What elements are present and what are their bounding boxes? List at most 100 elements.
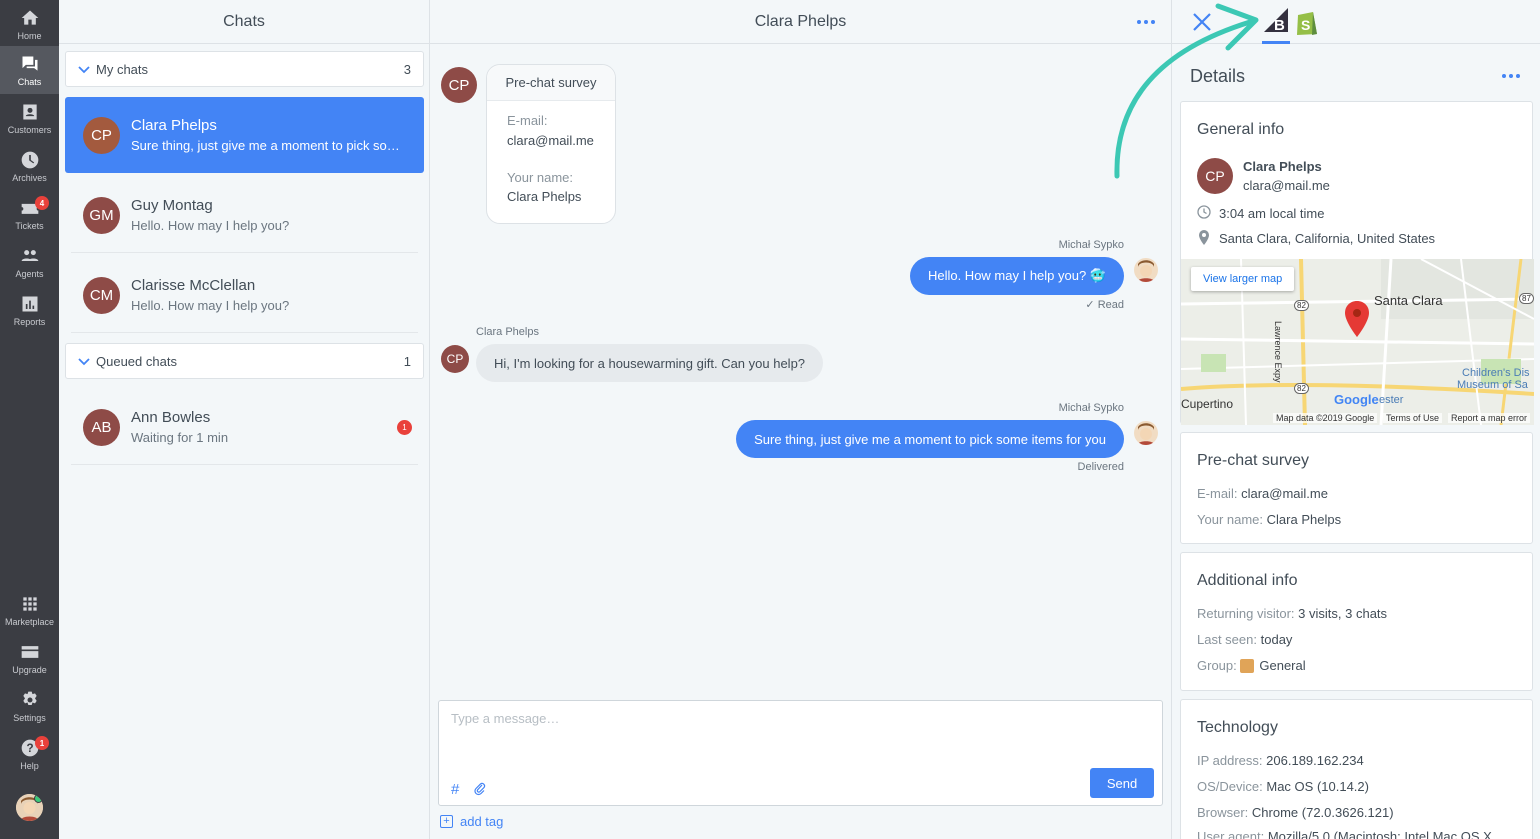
queued-chats-count: 1 bbox=[403, 353, 411, 369]
chat-name: Clara Phelps bbox=[131, 117, 217, 134]
hashtag-icon[interactable]: # bbox=[451, 781, 459, 798]
message-author: Michał Sypko bbox=[1058, 402, 1124, 414]
message-composer: # Send bbox=[438, 700, 1163, 806]
close-icon[interactable] bbox=[1190, 10, 1214, 34]
map-report-link[interactable]: Report a map error bbox=[1448, 413, 1531, 423]
nav-marketplace-label: Marketplace bbox=[4, 616, 55, 627]
browser-label: Browser: bbox=[1197, 805, 1249, 820]
customer-avatar: CP bbox=[1197, 158, 1233, 194]
my-chats-count: 3 bbox=[403, 61, 411, 77]
chat-name: Ann Bowles bbox=[131, 409, 211, 426]
nav-home[interactable]: Home bbox=[0, 0, 59, 48]
details-tabs: B S bbox=[1172, 0, 1540, 44]
chat-item-guy-montag[interactable]: GM Guy Montag Hello. How may I help you? bbox=[65, 177, 424, 253]
nav-help[interactable]: ? Help 1 bbox=[0, 730, 59, 778]
conversation-panel: Clara Phelps CP Pre-chat survey E-mail: … bbox=[430, 0, 1171, 839]
add-tag-button[interactable]: + add tag bbox=[440, 814, 503, 829]
queued-chats-group[interactable]: Queued chats 1 bbox=[65, 343, 424, 379]
chat-preview: Sure thing, just give me a moment to pic… bbox=[131, 138, 401, 153]
send-button[interactable]: Send bbox=[1090, 768, 1154, 798]
last-seen-value: today bbox=[1260, 632, 1293, 647]
customers-icon bbox=[22, 104, 37, 119]
chat-preview: Waiting for 1 min bbox=[131, 430, 229, 445]
bar-chart-icon bbox=[22, 296, 37, 311]
map-route-82: 82 bbox=[1294, 383, 1309, 394]
chat-name: Clarisse McClellan bbox=[131, 277, 256, 294]
nav-customers-label: Customers bbox=[7, 124, 52, 135]
customer-email: clara@mail.me bbox=[1243, 178, 1330, 193]
map-label-city: Santa Clara bbox=[1374, 293, 1443, 308]
prechat-email-label: E-mail: bbox=[1197, 486, 1238, 501]
nav-help-label: Help bbox=[20, 760, 39, 771]
chat-avatar: GM bbox=[83, 196, 120, 234]
chat-item-ann-bowles[interactable]: AB Ann Bowles Waiting for 1 min 1 bbox=[65, 389, 424, 465]
os-label: OS/Device: bbox=[1197, 779, 1263, 794]
chat-avatar: AB bbox=[83, 408, 120, 446]
view-larger-map-link[interactable]: View larger map bbox=[1191, 267, 1295, 291]
nav-marketplace[interactable]: Marketplace bbox=[0, 586, 59, 634]
prechat-survey-details-card: Pre-chat survey E-mail: clara@mail.me Yo… bbox=[1180, 432, 1533, 544]
nav-chats-label: Chats bbox=[17, 76, 42, 87]
location-map[interactable]: View larger map Santa Clara Cupertino Ch… bbox=[1181, 259, 1534, 425]
chat-item-clara-phelps[interactable]: CP Clara Phelps Sure thing, just give me… bbox=[65, 97, 424, 173]
general-info-card: General info CP Clara Phelps clara@mail.… bbox=[1180, 101, 1534, 425]
chats-panel-title: Chats bbox=[59, 0, 429, 44]
paperclip-icon[interactable] bbox=[473, 782, 487, 796]
divider bbox=[71, 332, 418, 333]
more-options-icon[interactable] bbox=[1137, 20, 1155, 24]
group-value: General bbox=[1259, 658, 1306, 673]
nav-settings[interactable]: Settings bbox=[0, 682, 59, 730]
message-input[interactable] bbox=[451, 711, 1051, 726]
map-label-cupertino: Cupertino bbox=[1181, 397, 1234, 411]
chat-avatar: CM bbox=[83, 276, 120, 314]
my-chats-label: My chats bbox=[96, 61, 149, 77]
map-route-87: 87 bbox=[1519, 293, 1534, 304]
shopify-tab[interactable]: S bbox=[1294, 8, 1320, 36]
svg-text:S: S bbox=[1301, 17, 1310, 33]
nav-chats[interactable]: Chats bbox=[0, 46, 59, 94]
group-icon bbox=[1240, 658, 1255, 673]
message-bubble-customer: Hi, I'm looking for a housewarming gift.… bbox=[476, 344, 824, 382]
nav-agents[interactable]: Agents bbox=[0, 238, 59, 286]
message-author: Clara Phelps bbox=[476, 326, 539, 338]
prechat-name-row: Your name: Clara Phelps bbox=[1197, 512, 1341, 527]
help-badge: 1 bbox=[35, 736, 49, 750]
chevron-down-icon bbox=[78, 66, 90, 74]
message-bubble-agent: Sure thing, just give me a moment to pic… bbox=[736, 420, 1124, 458]
tickets-badge: 4 bbox=[35, 196, 49, 210]
ip-label: IP address: bbox=[1197, 753, 1263, 768]
clock-icon bbox=[21, 151, 38, 168]
active-tab-underline bbox=[1262, 41, 1290, 44]
add-tag-label: add tag bbox=[460, 814, 504, 829]
agent-face-icon bbox=[1137, 260, 1155, 282]
nav-tickets[interactable]: Tickets 4 bbox=[0, 190, 59, 238]
chat-item-clarisse-mcclellan[interactable]: CM Clarisse McClellan Hello. How may I h… bbox=[65, 257, 424, 333]
details-more-icon[interactable] bbox=[1502, 74, 1520, 78]
chat-bubbles-icon bbox=[22, 56, 37, 71]
technology-title: Technology bbox=[1197, 719, 1278, 736]
message-bubble-agent: Hello. How may I help you? 🥶 bbox=[909, 257, 1124, 295]
nav-agents-label: Agents bbox=[15, 268, 44, 279]
chat-name: Guy Montag bbox=[131, 197, 213, 214]
bigcommerce-tab[interactable]: B bbox=[1262, 8, 1290, 44]
nav-reports[interactable]: Reports bbox=[0, 286, 59, 334]
last-seen-label: Last seen: bbox=[1197, 632, 1257, 647]
group-row: Group: General bbox=[1197, 658, 1306, 673]
plus-icon: + bbox=[440, 815, 453, 828]
map-terms-link[interactable]: Terms of Use bbox=[1383, 413, 1443, 423]
svg-text:B: B bbox=[1274, 17, 1285, 32]
user-avatar[interactable] bbox=[16, 794, 43, 821]
my-chats-group[interactable]: My chats 3 bbox=[65, 51, 424, 87]
customer-location: Santa Clara, California, United States bbox=[1219, 231, 1436, 246]
prechat-name-value: Clara Phelps bbox=[1266, 512, 1342, 527]
user-agent-value: Mozilla/5.0 (Macintosh; Intel Mac OS X bbox=[1267, 829, 1492, 839]
map-label-childrens: Children's Dis bbox=[1462, 367, 1530, 379]
online-status-dot bbox=[34, 794, 43, 803]
nav-customers[interactable]: Customers bbox=[0, 94, 59, 142]
nav-rail: Home Chats Customers Archives Tickets 4 … bbox=[0, 0, 59, 839]
nav-upgrade[interactable]: Upgrade bbox=[0, 634, 59, 682]
agent-avatar bbox=[1134, 421, 1158, 445]
returning-visitor-value: 3 visits, 3 chats bbox=[1298, 606, 1388, 621]
nav-archives[interactable]: Archives bbox=[0, 142, 59, 190]
map-label-ester: ester bbox=[1379, 394, 1404, 406]
